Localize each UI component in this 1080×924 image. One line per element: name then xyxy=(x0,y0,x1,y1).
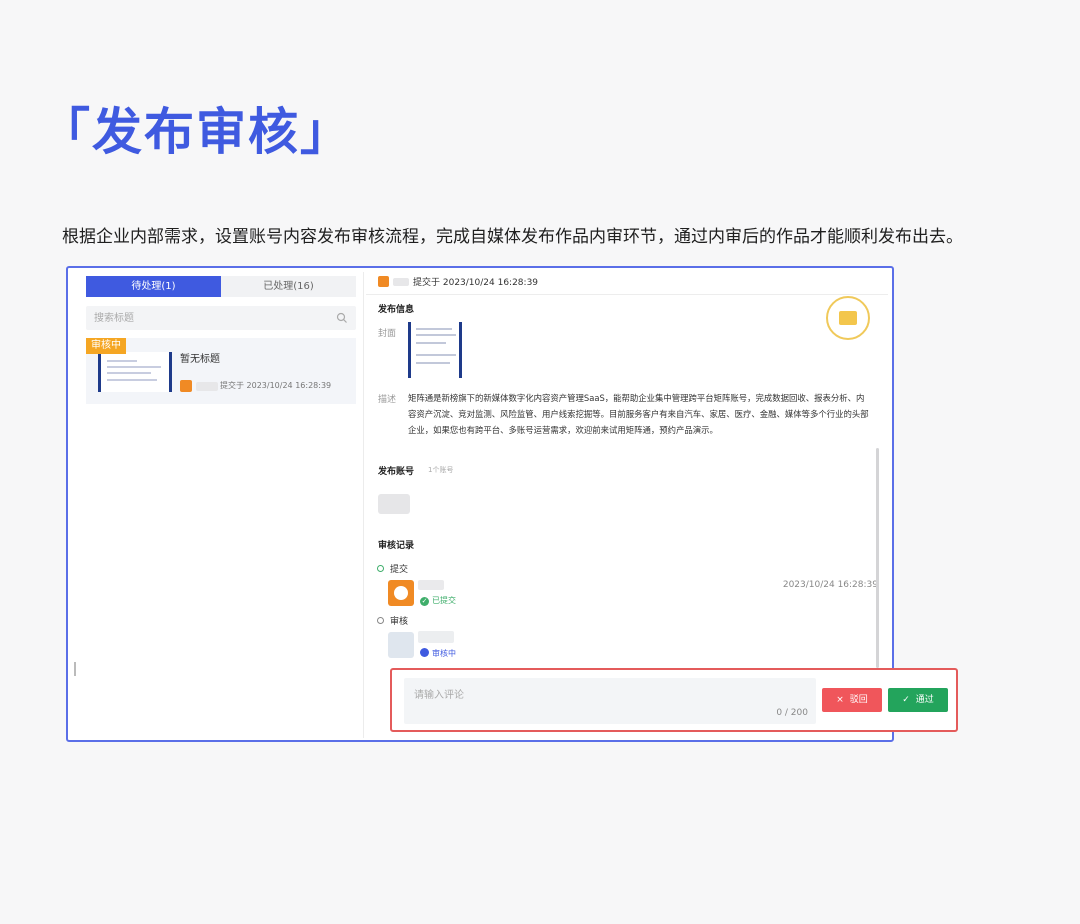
item-title: 暂无标题 xyxy=(180,354,220,365)
cover-image[interactable] xyxy=(408,322,462,378)
cover-label: 封面 xyxy=(378,329,397,339)
submit-timestamp: 2023/10/24 16:28:39 xyxy=(782,580,878,590)
comment-box: 0 / 200 xyxy=(404,678,816,724)
detail-header: 提交于 2023/10/24 16:28:39 xyxy=(366,268,888,295)
list-item[interactable]: 审核中 暂无标题 提交于 2023/10/24 16:28:39 xyxy=(86,338,356,404)
comment-action-bar: 0 / 200 ×驳回 ✓通过 xyxy=(390,668,958,732)
blurred-reviewer-name xyxy=(418,631,454,643)
tab-pending[interactable]: 待处理(1) xyxy=(86,276,221,297)
status-badge: 审核中 xyxy=(86,338,126,354)
search-input[interactable] xyxy=(86,306,332,331)
review-stamp-icon xyxy=(826,296,870,340)
scrollbar[interactable] xyxy=(876,448,879,668)
page-description: 根据企业内部需求，设置账号内容发布审核流程，完成自媒体发布作品内审环节，通过内审… xyxy=(62,227,963,247)
account-count: 1个账号 xyxy=(428,466,454,474)
tab-processed[interactable]: 已处理(16) xyxy=(221,276,356,297)
blurred-account-name xyxy=(196,382,218,391)
timeline-dot xyxy=(377,565,384,572)
comment-input[interactable] xyxy=(412,684,756,718)
item-submit-time: 提交于 2023/10/24 16:28:39 xyxy=(220,381,332,390)
review-tabs: 待处理(1) 已处理(16) xyxy=(86,276,356,297)
timeline-label-review: 审核 xyxy=(390,617,409,627)
avatar xyxy=(378,276,389,287)
search-bar xyxy=(86,306,356,331)
collapse-handle[interactable] xyxy=(74,662,76,676)
review-list-panel: 待处理(1) 已处理(16) 审核中 暂无标题 提交于 2023/10/24 1… xyxy=(74,272,364,738)
description-text: 矩阵通是新榜旗下的新媒体数字化内容资产管理SaaS，能帮助企业集中管理跨平台矩阵… xyxy=(408,393,869,435)
review-record-heading: 审核记录 xyxy=(378,541,415,551)
comment-char-count: 0 / 200 xyxy=(776,708,808,718)
submitted-status: ✓ 已提交 xyxy=(420,596,456,606)
publish-info-heading: 发布信息 xyxy=(378,305,415,315)
approve-button[interactable]: ✓ 通过 xyxy=(888,688,948,712)
close-icon: × xyxy=(836,695,844,705)
detail-submit-time: 提交于 2023/10/24 16:28:39 xyxy=(413,278,539,288)
reviewing-status: 审核中 xyxy=(420,648,456,659)
description-label: 描述 xyxy=(378,395,397,405)
search-icon[interactable] xyxy=(336,312,348,324)
publish-account-heading: 发布账号 xyxy=(378,467,415,477)
blurred-submitter-name xyxy=(393,278,409,286)
timeline-label-submit: 提交 xyxy=(390,565,409,575)
reviewer-avatar xyxy=(388,632,414,658)
blurred-submitter-name xyxy=(418,580,444,590)
timeline-dot xyxy=(377,617,384,624)
check-icon: ✓ xyxy=(902,695,910,705)
avatar xyxy=(180,380,192,392)
check-circle-icon: ✓ xyxy=(420,597,429,606)
account-avatar xyxy=(378,494,410,514)
cover-thumbnail xyxy=(98,352,172,392)
reject-button[interactable]: × 驳回 xyxy=(822,688,882,712)
clock-icon xyxy=(420,648,429,657)
submitter-avatar xyxy=(388,580,414,606)
page-title: 「发布审核」 xyxy=(40,103,352,161)
